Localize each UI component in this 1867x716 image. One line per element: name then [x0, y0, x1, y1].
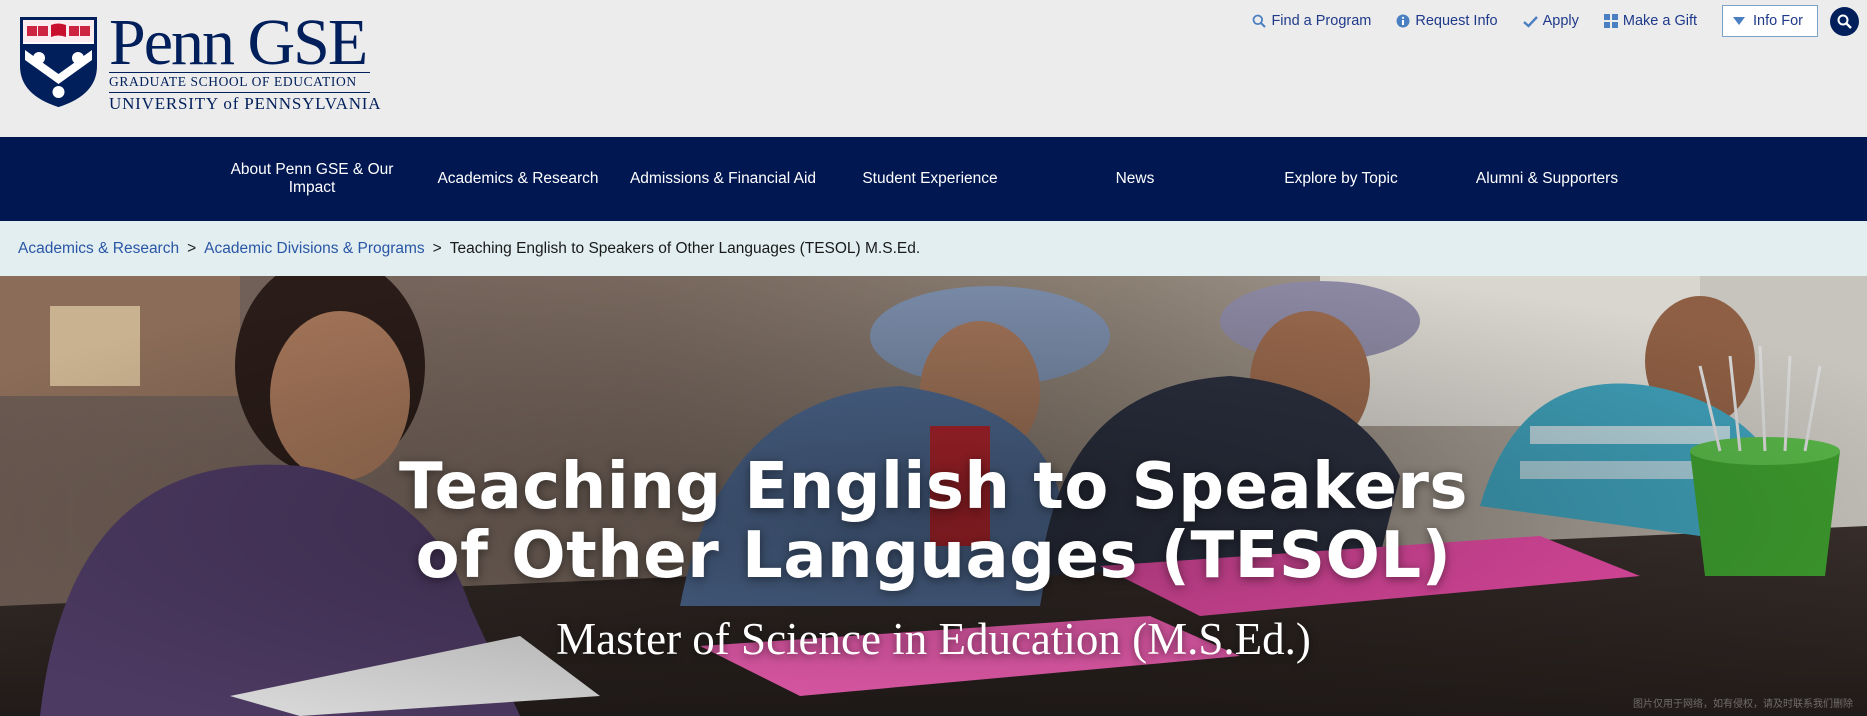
find-program-link[interactable]: Find a Program [1252, 13, 1371, 29]
penn-shield-icon [20, 17, 97, 108]
caret-down-icon [1733, 17, 1746, 25]
hero-subtitle: Master of Science in Education (M.S.Ed.) [556, 614, 1311, 664]
logo-school-name: GRADUATE SCHOOL OF EDUCATION [109, 74, 357, 89]
request-info-label: Request Info [1415, 13, 1498, 29]
breadcrumb-link-academics[interactable]: Academics & Research [18, 240, 179, 258]
site-header: Penn GSE GRADUATE SCHOOL OF EDUCATION UN… [0, 0, 1867, 137]
search-icon [1252, 14, 1267, 28]
breadcrumb-current: Teaching English to Speakers of Other La… [449, 239, 921, 257]
make-gift-link[interactable]: Make a Gift [1603, 13, 1698, 29]
nav-item-about[interactable]: About Penn GSE & Our Impact [226, 137, 398, 221]
info-for-dropdown[interactable]: Info For [1722, 5, 1818, 37]
nav-item-student-experience[interactable]: Student Experience [844, 137, 1016, 221]
nav-item-academics[interactable]: Academics & Research [432, 137, 604, 221]
find-program-label: Find a Program [1271, 13, 1372, 29]
image-watermark: 图片仅用于网络，如有侵权，请及时联系我们删除 [1633, 699, 1853, 710]
hero-title-line1: Teaching English to Speakers [399, 450, 1468, 524]
gift-grid-icon [1603, 14, 1618, 28]
logo-wordmark: Penn GSE GRADUATE SCHOOL OF EDUCATION UN… [109, 6, 382, 115]
search-icon [1837, 14, 1852, 29]
breadcrumb-link-divisions[interactable]: Academic Divisions & Programs [204, 240, 425, 258]
nav-item-explore-by-topic[interactable]: Explore by Topic [1255, 137, 1427, 221]
logo-university-name: UNIVERSITY of PENNSYLVANIA [109, 94, 382, 113]
site-search-button[interactable] [1830, 6, 1859, 36]
breadcrumb-separator: > [432, 239, 442, 257]
info-icon [1396, 14, 1410, 28]
nav-item-news[interactable]: News [1049, 137, 1221, 221]
hero-title: Teaching English to Speakers of Other La… [0, 453, 1867, 591]
request-info-link[interactable]: Request Info [1396, 13, 1498, 29]
checkmark-icon [1522, 15, 1538, 28]
hero-banner: Teaching English to Speakers of Other La… [0, 276, 1867, 716]
main-nav: About Penn GSE & Our Impact Academics & … [0, 137, 1867, 221]
breadcrumb: Academics & Research > Academic Division… [0, 221, 1867, 276]
nav-item-admissions[interactable]: Admissions & Financial Aid [625, 137, 821, 221]
penn-gse-logo[interactable]: Penn GSE GRADUATE SCHOOL OF EDUCATION UN… [19, 6, 382, 115]
breadcrumb-separator: > [187, 239, 197, 257]
hero-title-line2: of Other Languages (TESOL) [415, 519, 1452, 593]
make-gift-label: Make a Gift [1622, 13, 1698, 29]
nav-item-alumni-supporters[interactable]: Alumni & Supporters [1461, 137, 1633, 221]
apply-link[interactable]: Apply [1522, 13, 1579, 29]
apply-label: Apply [1542, 13, 1579, 29]
utility-nav: Find a Program Request Info Apply Make a… [1252, 5, 1859, 37]
info-for-label: Info For [1753, 13, 1803, 29]
logo-main-text: Penn GSE [109, 6, 368, 79]
